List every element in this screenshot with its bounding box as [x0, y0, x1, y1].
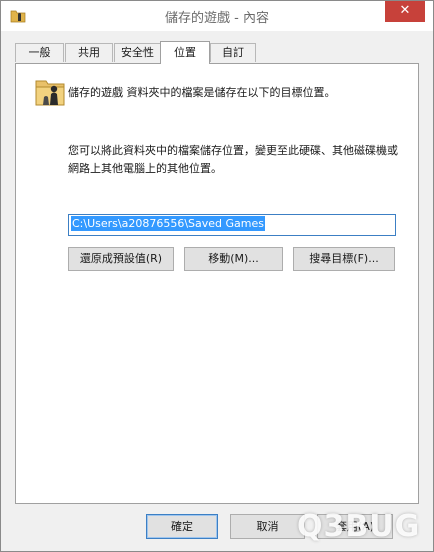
path-input[interactable]: C:\Users\a20876556\Saved Games — [68, 214, 396, 236]
ok-button[interactable]: 確定 — [146, 514, 218, 539]
location-instructions: 您可以將此資料夾中的檔案儲存位置，變更至此硬碟、其他磁碟機或網路上其他電腦上的其… — [68, 144, 398, 175]
cancel-button[interactable]: 取消 — [230, 514, 305, 539]
tab-label: 一般 — [28, 46, 51, 59]
close-button[interactable]: ✕ — [385, 1, 425, 22]
tab-general[interactable]: 一般 — [15, 43, 64, 62]
move-button[interactable]: 移動(M)... — [184, 247, 283, 271]
title-bar[interactable]: 儲存的遊戲 - 內容 ✕ — [1, 1, 433, 31]
tab-customize[interactable]: 自訂 — [210, 43, 256, 62]
tab-location[interactable]: 位置 — [160, 41, 210, 64]
find-target-button[interactable]: 搜尋目標(F)... — [293, 247, 395, 271]
tab-security[interactable]: 安全性 — [114, 43, 161, 62]
close-icon: ✕ — [399, 3, 411, 18]
apply-button[interactable]: 套用(A) — [317, 514, 393, 539]
location-description: 儲存的遊戲 資料夾中的檔案是儲存在以下的目標位置。 — [68, 86, 336, 99]
tab-label: 自訂 — [222, 46, 244, 59]
restore-default-button[interactable]: 還原成預設值(R) — [68, 247, 174, 271]
folder-game-icon — [35, 80, 65, 106]
tab-label: 位置 — [174, 46, 196, 59]
location-panel: 儲存的遊戲 資料夾中的檔案是儲存在以下的目標位置。 您可以將此資料夾中的檔案儲存… — [15, 63, 419, 504]
window-title: 儲存的遊戲 - 內容 — [165, 11, 269, 26]
tab-label: 共用 — [78, 46, 100, 59]
tab-sharing[interactable]: 共用 — [65, 43, 113, 62]
path-value: C:\Users\a20876556\Saved Games — [71, 216, 265, 231]
tab-label: 安全性 — [121, 46, 154, 59]
properties-window: 儲存的遊戲 - 內容 ✕ 一般 共用 安全性 位置 自訂 儲存的遊戲 資料夾中的… — [0, 0, 434, 552]
